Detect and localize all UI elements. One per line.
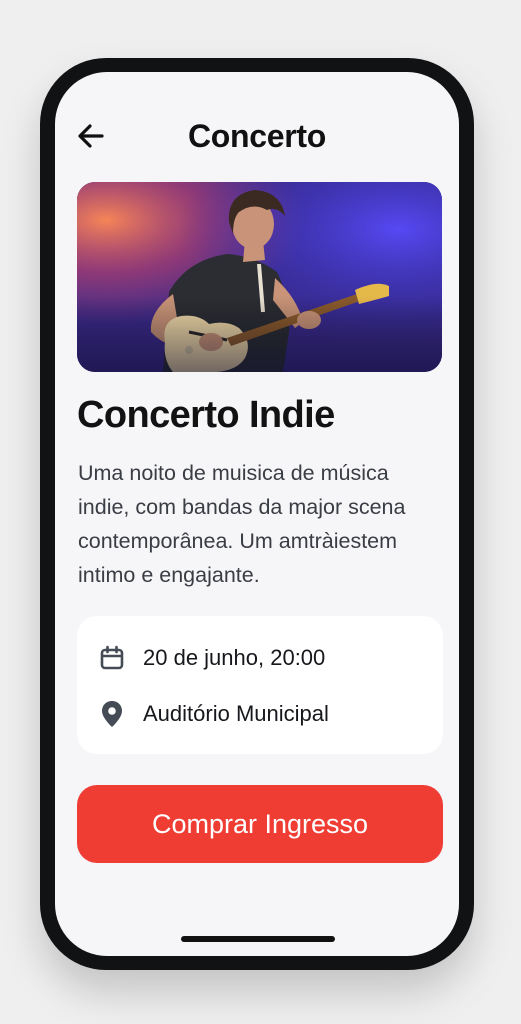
event-location-row: Auditório Municipal xyxy=(97,694,329,734)
buy-ticket-button[interactable]: Comprar Ingresso xyxy=(77,785,443,863)
event-description: Uma noito de muisica de música indie, co… xyxy=(78,461,406,587)
home-indicator xyxy=(181,936,335,942)
page-title: Concerto xyxy=(187,118,327,154)
phone-frame: Concerto Concerto Indie Uma noito de mui… xyxy=(40,58,474,970)
event-title: Concerto Indie xyxy=(77,394,335,436)
location-pin-icon xyxy=(97,699,127,729)
page-background: Concerto Concerto Indie Uma noito de mui… xyxy=(0,0,521,1024)
app-screen: Concerto Concerto Indie Uma noito de mui… xyxy=(55,72,459,956)
event-date-row: 20 de junho, 20:00 xyxy=(97,638,325,678)
event-date: 20 de junho, 20:00 xyxy=(143,645,326,670)
top-bar: Concerto xyxy=(55,112,459,160)
event-details-card: 20 de junho, 20:00 Auditório Municipal xyxy=(77,616,443,754)
event-hero-image xyxy=(77,182,442,372)
concert-photo xyxy=(77,182,442,372)
event-location: Auditório Municipal xyxy=(143,701,329,726)
calendar-icon xyxy=(97,643,127,673)
